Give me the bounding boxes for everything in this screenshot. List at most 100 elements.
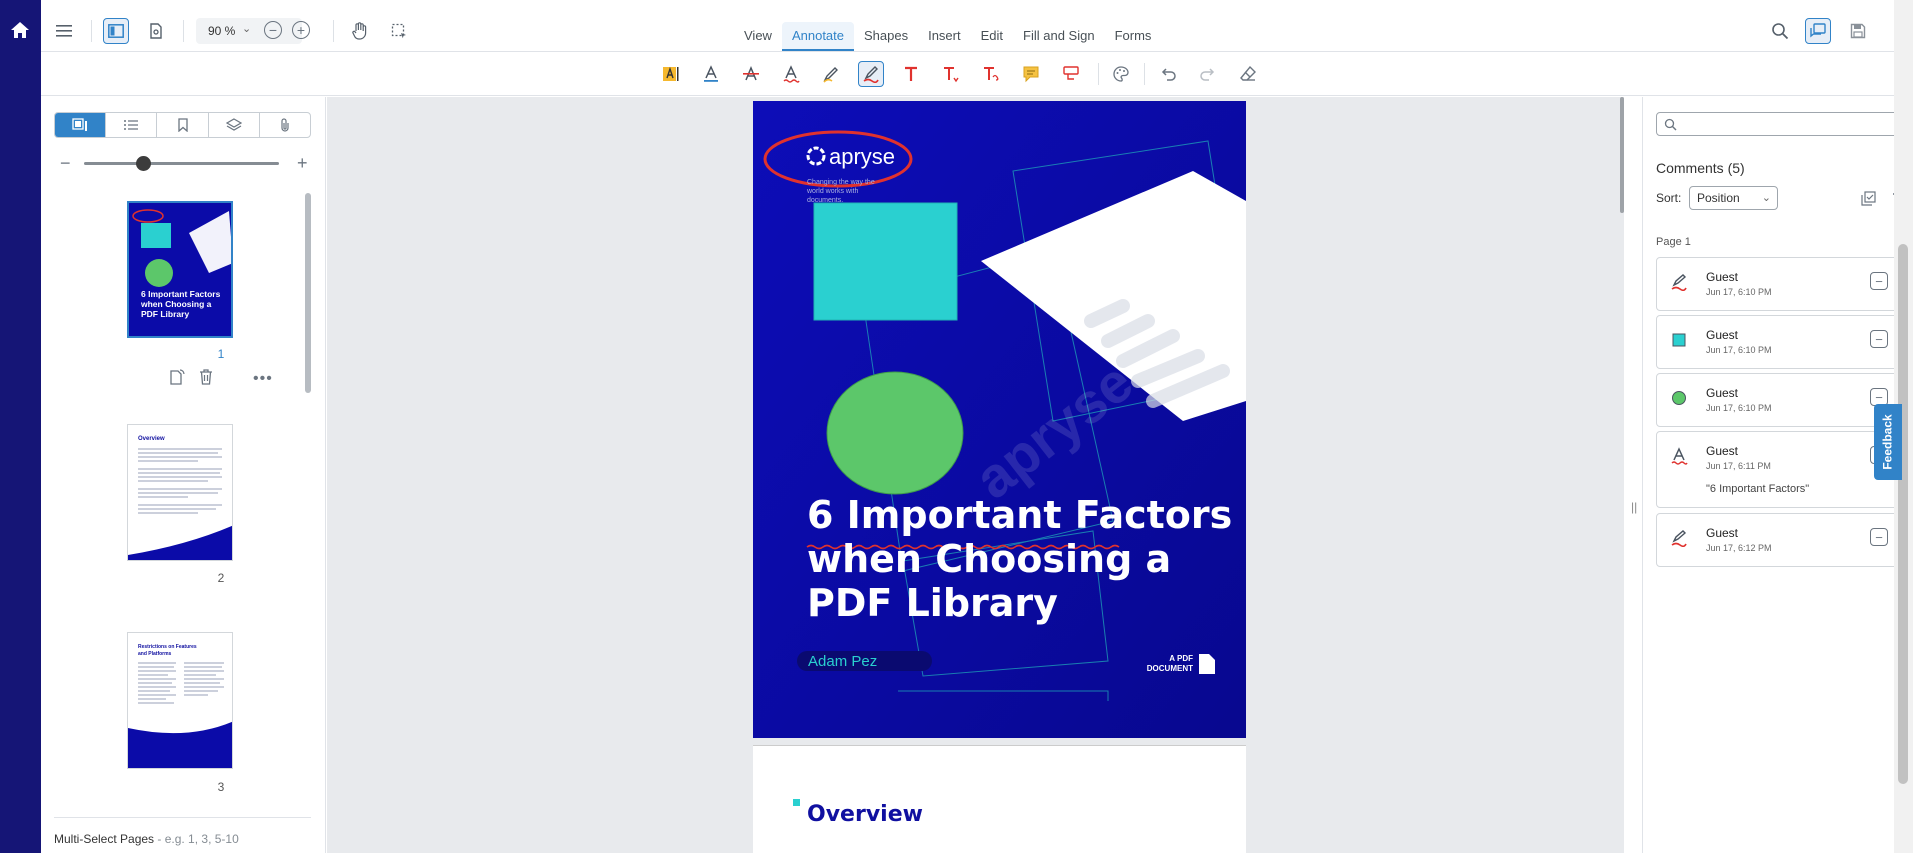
thumbnail-page-1[interactable]: 6 Important Factors when Choosing a PDF … — [127, 201, 233, 338]
more-options-icon[interactable]: ••• — [253, 370, 273, 388]
redo-icon[interactable] — [1195, 61, 1221, 87]
chevron-down-icon[interactable]: ⌄ — [242, 22, 251, 35]
doc-author: Adam Pez — [808, 653, 877, 670]
squiggly-tool-icon[interactable] — [778, 61, 804, 87]
freehand-highlight-icon[interactable] — [818, 61, 844, 87]
comment-item[interactable]: Guest Jun 17, 6:10 PM − — [1656, 257, 1912, 311]
attachments-icon[interactable] — [260, 113, 310, 137]
sort-value: Position — [1697, 191, 1740, 205]
left-panel-tabs — [54, 112, 311, 138]
multi-select-hint: - e.g. 1, 3, 5-10 — [154, 832, 239, 846]
comment-date: Jun 17, 6:11 PM — [1706, 461, 1771, 471]
svg-text:Changing the way the: Changing the way the — [807, 179, 875, 186]
ribbon-shapes[interactable]: Shapes — [854, 22, 918, 51]
doc-label-1: A PDF — [1169, 654, 1193, 663]
feedback-button[interactable]: Feedback — [1874, 404, 1902, 480]
ribbon-forms[interactable]: Forms — [1105, 22, 1162, 51]
squiggly-text-icon — [1669, 446, 1689, 466]
menu-icon[interactable] — [51, 18, 77, 44]
comments-search-input[interactable] — [1656, 112, 1912, 136]
zoom-control[interactable]: 90 % ⌄ − + — [196, 18, 310, 44]
thumbnail-number-1: 1 — [217, 347, 225, 361]
delete-page-icon[interactable] — [197, 368, 215, 391]
sticky-note-icon[interactable] — [1018, 61, 1044, 87]
ribbon-view[interactable]: View — [734, 22, 782, 51]
svg-text:6 Important Factors: 6 Important Factors — [141, 289, 221, 299]
highlight-tool-icon[interactable] — [658, 61, 684, 87]
ellipse-icon — [1669, 388, 1689, 408]
document-page-1[interactable]: apryse apryse Changing the way the world… — [753, 101, 1246, 738]
callout-icon[interactable] — [1058, 61, 1084, 87]
undo-icon[interactable] — [1155, 61, 1181, 87]
svg-text:world works with: world works with — [806, 188, 858, 195]
ribbon-edit[interactable]: Edit — [971, 22, 1013, 51]
collapse-comment-icon[interactable]: − — [1870, 272, 1888, 290]
comments-panel-toggle-icon[interactable] — [1805, 18, 1831, 44]
thumbnail-scrollbar[interactable] — [305, 193, 311, 393]
ellipse-annotation — [826, 371, 964, 495]
home-icon[interactable] — [6, 16, 34, 44]
left-panel-toggle-icon[interactable] — [103, 18, 129, 44]
comment-author: Guest — [1706, 386, 1739, 400]
ribbon-fill-and-sign[interactable]: Fill and Sign — [1013, 22, 1105, 51]
logo-text: apryse — [829, 144, 895, 169]
comment-date: Jun 17, 6:10 PM — [1706, 345, 1772, 355]
sort-dropdown[interactable]: Position ⌄ — [1689, 186, 1778, 210]
doc-title-line-1: 6 Important Factors — [807, 493, 1232, 537]
thumbnail-size-slider[interactable]: − + — [54, 153, 316, 173]
search-icon[interactable] — [1767, 18, 1793, 44]
webviewer-main: 90 % ⌄ − + View Annotate Shapes Insert E… — [41, 0, 1912, 853]
layers-icon[interactable] — [209, 113, 260, 137]
document-scrollbar[interactable] — [1620, 97, 1624, 853]
free-text-icon[interactable] — [898, 61, 924, 87]
save-icon[interactable] — [1845, 18, 1871, 44]
underline-tool-icon[interactable] — [698, 61, 724, 87]
thumbnail-page-2[interactable]: Overview — [127, 424, 233, 561]
page2-heading: Overview — [807, 802, 923, 827]
comment-date: Jun 17, 6:10 PM — [1706, 403, 1772, 413]
collapse-comment-icon[interactable]: − — [1870, 330, 1888, 348]
outline-icon[interactable] — [106, 113, 158, 137]
zoom-out-icon[interactable]: − — [264, 21, 282, 39]
thumbnail-zoom-out-icon[interactable]: − — [60, 153, 71, 174]
view-controls-icon[interactable] — [143, 18, 169, 44]
svg-text:Restrictions on Features: Restrictions on Features — [138, 644, 197, 650]
text-replace-icon[interactable] — [978, 61, 1004, 87]
text-insert-icon[interactable] — [938, 61, 964, 87]
ribbon-annotate[interactable]: Annotate — [781, 22, 854, 51]
thumbnails-icon[interactable] — [55, 113, 107, 137]
multi-select-comments-icon[interactable] — [1859, 189, 1877, 207]
multi-select-pages[interactable]: Multi-Select Pages - e.g. 1, 3, 5-10 — [54, 817, 311, 846]
strikeout-tool-icon[interactable] — [738, 61, 764, 87]
bookmarks-icon[interactable] — [157, 113, 209, 137]
zoom-value[interactable]: 90 % — [208, 24, 235, 38]
document-page-2[interactable]: Overview — [753, 745, 1246, 853]
freehand-pen-icon[interactable] — [858, 61, 884, 87]
ribbon-insert[interactable]: Insert — [918, 22, 971, 51]
slider-knob[interactable] — [135, 156, 151, 171]
thumbnail-zoom-in-icon[interactable]: + — [297, 153, 308, 174]
top-header: 90 % ⌄ − + View Annotate Shapes Insert E… — [41, 8, 1894, 52]
slider-track[interactable] — [84, 162, 279, 165]
pan-hand-icon[interactable] — [347, 18, 373, 44]
doc-title-line-2: when Choosing a — [807, 537, 1171, 581]
eraser-icon[interactable] — [1235, 61, 1261, 87]
collapse-comment-icon[interactable]: − — [1870, 528, 1888, 546]
rotate-page-icon[interactable] — [168, 368, 186, 391]
comment-author: Guest — [1706, 444, 1739, 458]
comment-date: Jun 17, 6:12 PM — [1706, 543, 1772, 553]
comments-title: Comments (5) — [1656, 160, 1745, 176]
marquee-select-icon[interactable] — [386, 18, 412, 44]
style-palette-icon[interactable] — [1108, 61, 1134, 87]
comment-item[interactable]: Guest Jun 17, 6:12 PM − — [1656, 513, 1912, 567]
left-panel: − + 6 Important Factors when Choosing a … — [41, 97, 326, 853]
feedback-label: Feedback — [1881, 414, 1896, 470]
comment-item[interactable]: Guest Jun 17, 6:10 PM − — [1656, 315, 1912, 369]
right-panel-resize-handle[interactable]: || — [1631, 500, 1637, 514]
zoom-in-icon[interactable]: + — [292, 21, 310, 39]
thumbnail-page-3[interactable]: Restrictions on Features and Platforms — [127, 632, 233, 769]
freehand-pen-icon — [1669, 272, 1689, 292]
comment-author: Guest — [1706, 526, 1739, 540]
annotate-toolbar — [41, 53, 1894, 96]
document-viewer[interactable]: apryse apryse Changing the way the world… — [327, 97, 1624, 853]
